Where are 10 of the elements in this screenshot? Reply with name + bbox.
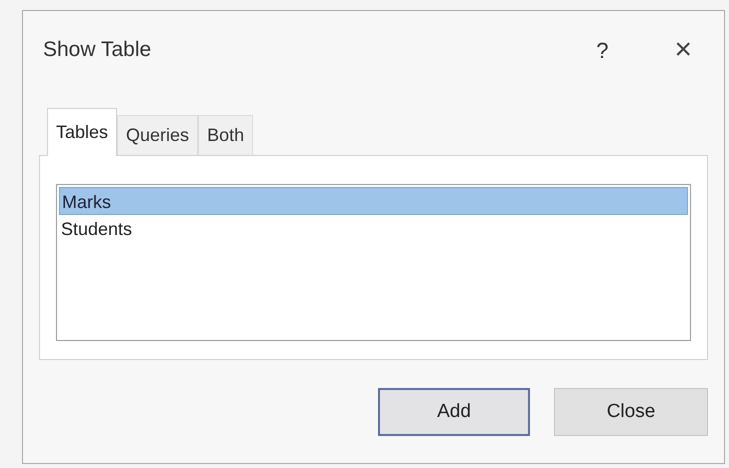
help-button[interactable]: ?	[586, 34, 618, 66]
tab[interactable]: Queries	[117, 115, 198, 155]
dialog-button[interactable]: Add	[378, 388, 530, 436]
list-item[interactable]: Students	[59, 215, 688, 243]
tab[interactable]: Both	[198, 115, 254, 155]
list-item[interactable]: Marks	[59, 187, 688, 215]
close-button[interactable]: ×	[666, 35, 700, 65]
dialog-button[interactable]: Close	[554, 388, 708, 436]
window-title: Show Table	[43, 37, 152, 64]
tab[interactable]: Tables	[47, 108, 118, 156]
